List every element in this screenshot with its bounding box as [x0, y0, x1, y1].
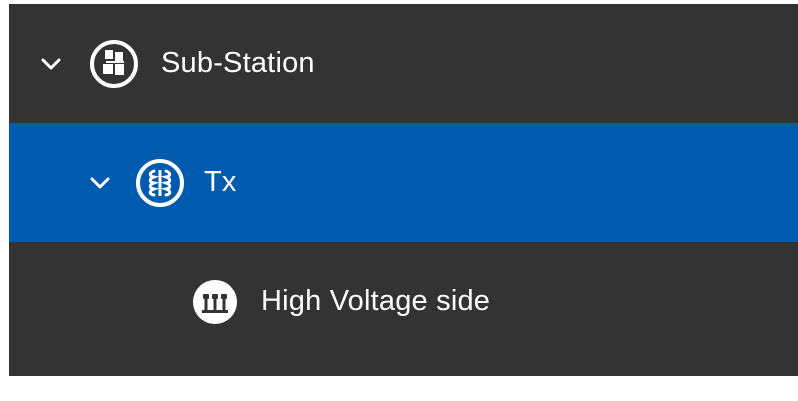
high-voltage-side-icon: [193, 279, 237, 324]
tree-item-sub-station[interactable]: Sub-Station: [9, 4, 798, 123]
tree-view: Sub-Station Tx High Voltage side: [9, 4, 798, 376]
tree-item-tx[interactable]: Tx: [9, 123, 798, 242]
transformer-icon: [136, 158, 184, 207]
chevron-down-icon[interactable]: [88, 171, 112, 195]
tree-item-label: Tx: [204, 166, 237, 198]
tree-item-label: High Voltage side: [261, 285, 491, 317]
chevron-down-icon[interactable]: [39, 52, 63, 76]
tree-item-high-voltage-side[interactable]: High Voltage side: [9, 242, 798, 361]
substation-icon: [90, 39, 138, 88]
tree-item-label: Sub-Station: [161, 47, 315, 79]
